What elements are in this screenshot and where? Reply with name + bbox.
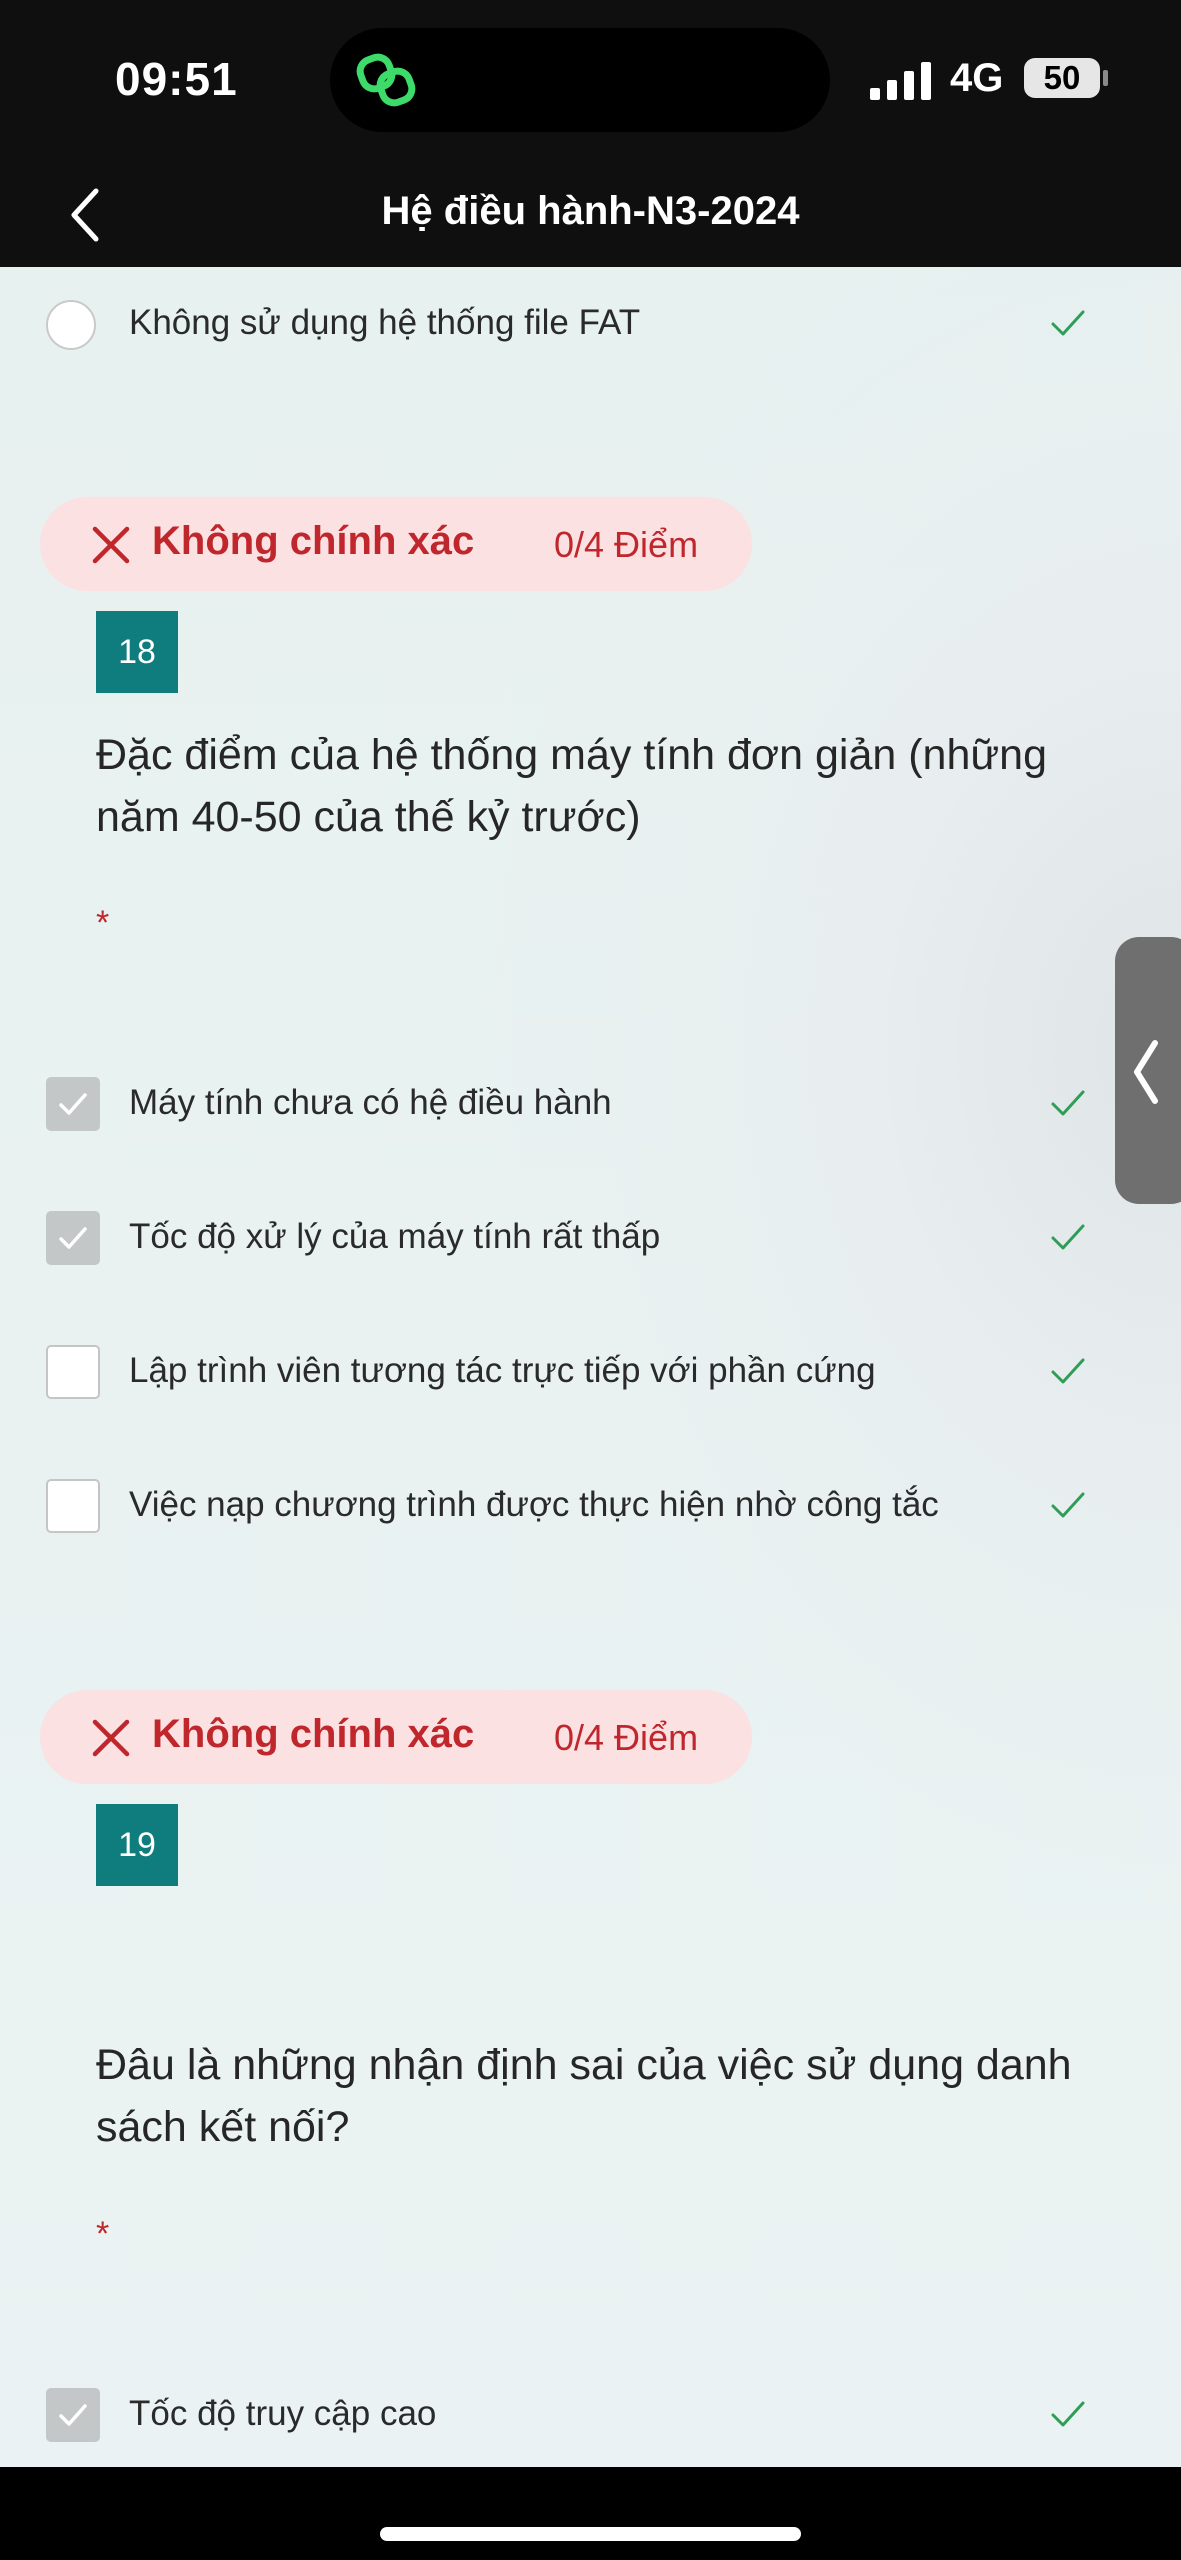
result-badge: Không chính xác 0/4 Điểm (40, 1690, 752, 1784)
side-drawer-handle[interactable] (1115, 937, 1181, 1204)
option-label: Máy tính chưa có hệ điều hành (129, 1083, 612, 1122)
quiz-results-content[interactable]: Không sử dụng hệ thống file FAT Không ch… (0, 267, 1181, 2467)
correct-check-icon (1051, 310, 1085, 336)
incorrect-x-icon (92, 526, 130, 564)
home-area (0, 2467, 1181, 2560)
option-label: Việc nạp chương trình được thực hiện nhờ… (129, 1485, 939, 1524)
status-bar: 09:51 4G 50 (0, 0, 1181, 165)
result-score: 0/4 Điểm (554, 524, 699, 565)
checkmark-icon (59, 1093, 87, 1115)
option-label: Lập trình viên tương tác trực tiếp với p… (129, 1351, 876, 1390)
correct-check-icon (1051, 2401, 1085, 2427)
battery-icon: 50 (1024, 58, 1100, 98)
nav-bar: Hệ điều hành-N3-2024 (0, 165, 1181, 267)
option-row: Tốc độ truy cập cao (0, 2378, 1181, 2448)
dynamic-island (330, 28, 830, 132)
radio-button[interactable] (46, 300, 96, 350)
option-row: Không sử dụng hệ thống file FAT (0, 287, 1181, 357)
battery-tip (1103, 70, 1108, 86)
checkbox[interactable] (46, 1479, 100, 1533)
checkbox[interactable] (46, 2388, 100, 2442)
option-label: Không sử dụng hệ thống file FAT (129, 303, 641, 342)
required-mark: * (96, 2215, 110, 2253)
correct-check-icon (1051, 1358, 1085, 1384)
result-score: 0/4 Điểm (554, 1717, 699, 1758)
correct-check-icon (1051, 1492, 1085, 1518)
status-time: 09:51 (115, 53, 238, 105)
chevron-left-icon (1134, 1040, 1158, 1104)
option-row: Việc nạp chương trình được thực hiện nhờ… (0, 1469, 1181, 1539)
option-label: Tốc độ xử lý của máy tính rất thấp (129, 1217, 661, 1256)
cellular-signal-icon (870, 62, 931, 100)
checkmark-icon (59, 2404, 87, 2426)
required-mark: * (96, 904, 110, 942)
network-type: 4G (950, 56, 1004, 100)
option-label: Tốc độ truy cập cao (129, 2394, 437, 2433)
question-number: 19 (96, 1804, 178, 1886)
option-row: Lập trình viên tương tác trực tiếp với p… (0, 1335, 1181, 1405)
page-title: Hệ điều hành-N3-2024 (381, 189, 800, 233)
option-row: Máy tính chưa có hệ điều hành (0, 1067, 1181, 1137)
question-number: 18 (96, 611, 178, 693)
checkmark-icon (59, 1227, 87, 1249)
question-text: Đâu là những nhận định sai của việc sử d… (96, 2041, 1072, 2151)
result-status: Không chính xác (152, 519, 475, 563)
result-status: Không chính xác (152, 1712, 475, 1756)
checkbox[interactable] (46, 1077, 100, 1131)
question-text: Đặc điểm của hệ thống máy tính đơn giản … (96, 731, 1047, 841)
checkbox[interactable] (46, 1345, 100, 1399)
correct-check-icon (1051, 1090, 1085, 1116)
incorrect-x-icon (92, 1719, 130, 1757)
link-activity-icon (356, 53, 416, 107)
option-row: Tốc độ xử lý của máy tính rất thấp (0, 1201, 1181, 1271)
home-indicator[interactable] (380, 2527, 801, 2541)
checkbox[interactable] (46, 1211, 100, 1265)
result-badge: Không chính xác 0/4 Điểm (40, 497, 752, 591)
correct-check-icon (1051, 1224, 1085, 1250)
